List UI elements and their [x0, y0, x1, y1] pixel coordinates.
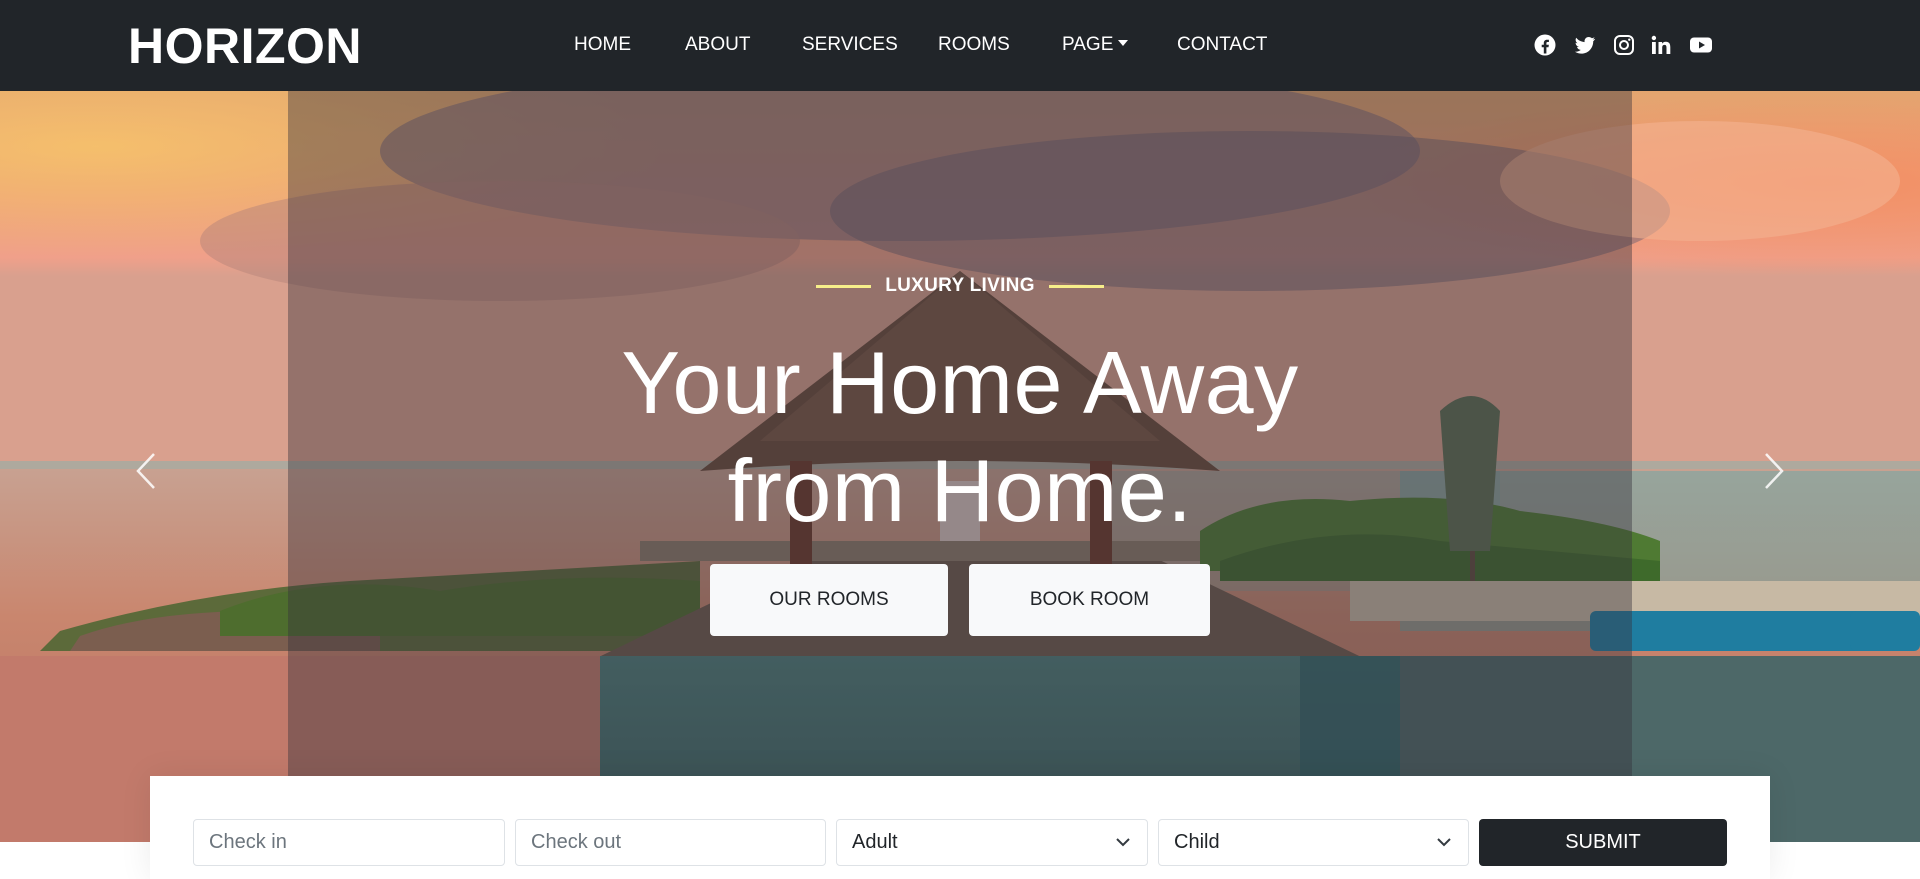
carousel-prev-arrow-icon[interactable]: [130, 446, 160, 496]
hero-headline: Your Home Away from Home.: [0, 329, 1920, 545]
tagline-text: LUXURY LIVING: [885, 275, 1035, 296]
our-rooms-button[interactable]: OUR ROOMS: [710, 564, 948, 636]
hero-carousel: LUXURY LIVING Your Home Away from Home. …: [0, 91, 1920, 842]
headline-line-1: Your Home Away: [621, 333, 1299, 432]
nav-item-rooms[interactable]: ROOMS: [938, 33, 1010, 57]
hero-tagline: LUXURY LIVING: [0, 275, 1920, 297]
check-out-input[interactable]: Check out: [515, 819, 826, 866]
navbar: HORIZON HOME ABOUT SERVICES ROOMS PAGE C…: [0, 0, 1920, 91]
nav-item-about[interactable]: ABOUT: [685, 33, 750, 57]
caret-down-icon: [1118, 39, 1129, 46]
linkedin-icon[interactable]: [1649, 33, 1673, 57]
nav-item-services[interactable]: SERVICES: [802, 33, 898, 57]
nav-item-page-label: PAGE: [1062, 34, 1114, 55]
twitter-icon[interactable]: [1573, 33, 1597, 57]
chevron-down-icon: [1437, 838, 1451, 847]
adult-select-value: Adult: [852, 831, 898, 853]
submit-button[interactable]: SUBMIT: [1479, 819, 1727, 866]
check-in-input[interactable]: Check in: [193, 819, 505, 866]
adult-select[interactable]: Adult: [836, 819, 1148, 866]
child-select[interactable]: Child: [1158, 819, 1469, 866]
facebook-icon[interactable]: [1533, 33, 1557, 57]
booking-form: Check in Check out Adult Child SUBMIT: [150, 776, 1770, 879]
nav-item-contact[interactable]: CONTACT: [1177, 33, 1267, 57]
carousel-next-arrow-icon[interactable]: [1760, 446, 1790, 496]
tagline-line-left: [816, 284, 872, 288]
nav-item-home[interactable]: HOME: [574, 33, 631, 57]
chevron-down-icon: [1116, 838, 1130, 847]
headline-line-2: from Home.: [727, 441, 1193, 540]
instagram-icon[interactable]: [1612, 33, 1636, 57]
child-select-value: Child: [1174, 831, 1220, 853]
nav-item-page-dropdown[interactable]: PAGE: [1062, 33, 1129, 57]
tagline-line-right: [1048, 284, 1104, 288]
youtube-icon[interactable]: [1689, 33, 1713, 57]
book-room-button[interactable]: BOOK ROOM: [969, 564, 1210, 636]
